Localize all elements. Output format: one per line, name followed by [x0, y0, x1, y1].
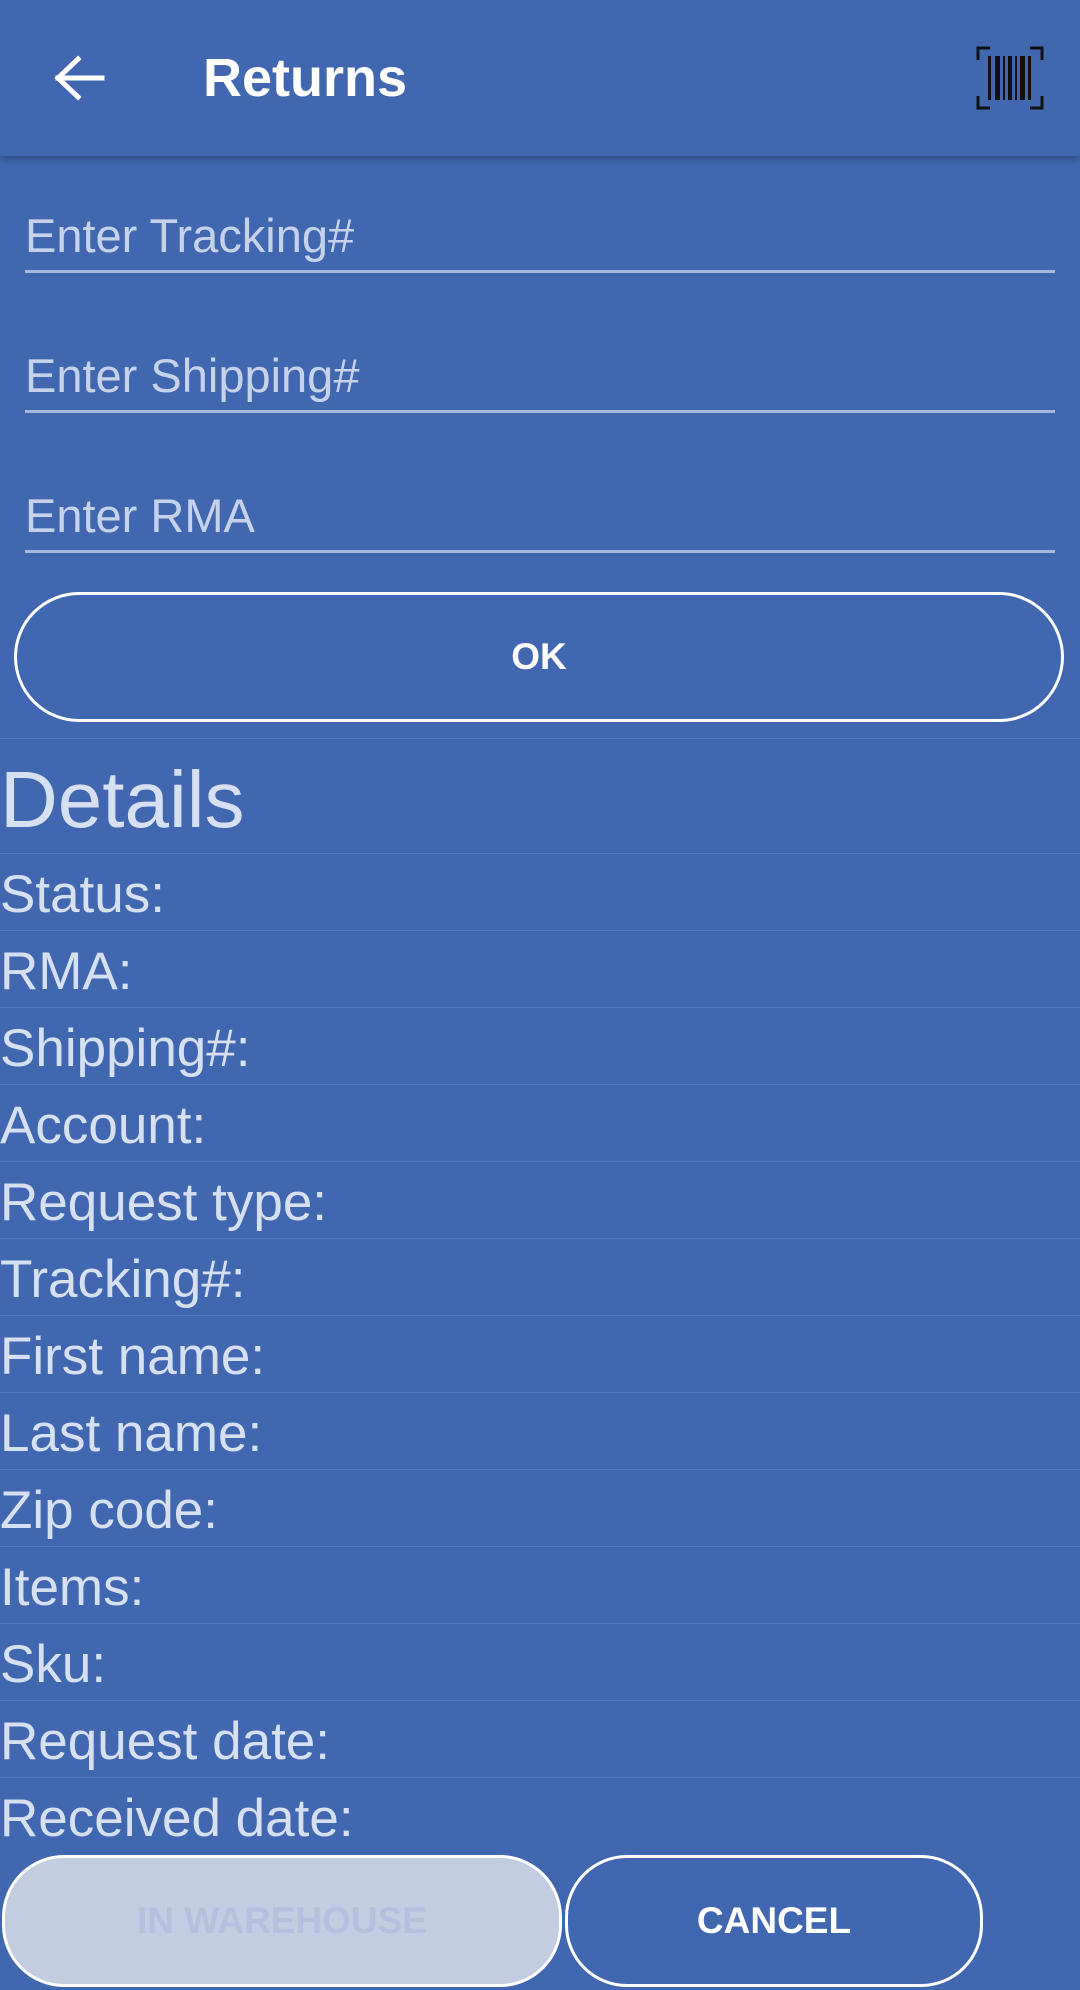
divider [0, 1315, 1080, 1316]
divider [0, 1007, 1080, 1008]
in-warehouse-button[interactable]: IN WAREHOUSE [2, 1855, 562, 1987]
barcode-scan-button[interactable] [970, 38, 1050, 118]
arrow-back-icon [54, 55, 105, 101]
detail-row-rma: RMA: [0, 942, 133, 1001]
shipping-field [25, 340, 1055, 413]
page-title: Returns [203, 48, 408, 108]
rma-field [25, 480, 1055, 553]
divider [0, 1700, 1080, 1701]
shipping-input[interactable] [25, 340, 1055, 410]
divider [0, 1469, 1080, 1470]
detail-row-first-name: First name: [0, 1327, 266, 1386]
ok-button[interactable]: OK [14, 592, 1064, 722]
divider [0, 1084, 1080, 1085]
back-button[interactable] [40, 38, 120, 118]
detail-row-request-date: Request date: [0, 1712, 331, 1771]
divider [0, 853, 1080, 854]
detail-row-tracking: Tracking#: [0, 1250, 246, 1309]
divider [0, 930, 1080, 931]
cancel-button[interactable]: CANCEL [565, 1855, 983, 1987]
app-bar: Returns [0, 0, 1080, 156]
divider [0, 1777, 1080, 1778]
details-title: Details [0, 755, 245, 844]
divider [0, 738, 1080, 739]
divider [0, 1161, 1080, 1162]
detail-row-status: Status: [0, 865, 165, 924]
detail-row-shipping: Shipping#: [0, 1019, 251, 1078]
detail-row-zip-code: Zip code: [0, 1481, 219, 1540]
tracking-input[interactable] [25, 200, 1055, 270]
detail-row-request-type: Request type: [0, 1173, 328, 1232]
barcode-scan-icon [976, 46, 1044, 110]
detail-row-received-date: Received date: [0, 1789, 354, 1848]
rma-input[interactable] [25, 480, 1055, 550]
divider [0, 1392, 1080, 1393]
detail-row-account: Account: [0, 1096, 207, 1155]
divider [0, 1623, 1080, 1624]
tracking-field [25, 200, 1055, 273]
detail-row-last-name: Last name: [0, 1404, 263, 1463]
divider [0, 1238, 1080, 1239]
detail-row-sku: Sku: [0, 1635, 107, 1694]
divider [0, 1546, 1080, 1547]
detail-row-items: Items: [0, 1558, 145, 1617]
